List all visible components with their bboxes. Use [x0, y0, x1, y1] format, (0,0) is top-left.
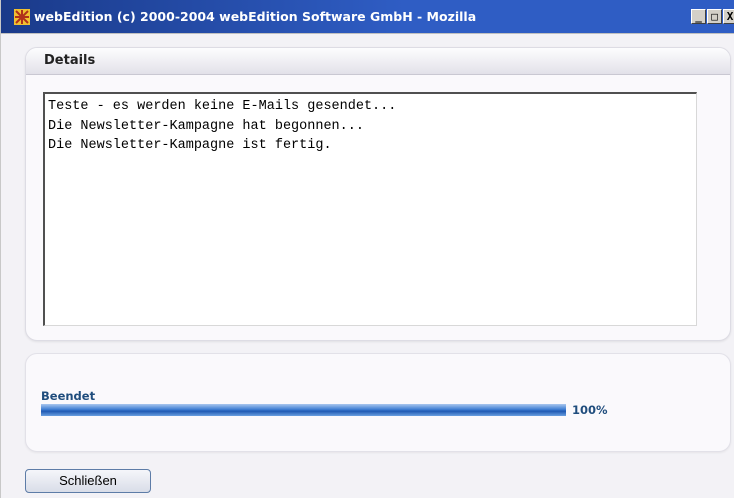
close-window-button[interactable]: X: [723, 9, 734, 24]
log-line: Die Newsletter-Kampagne hat begonnen...: [48, 118, 364, 134]
app-window: webEdition (c) 2000-2004 webEdition Soft…: [0, 0, 734, 498]
progress-status-label: Beendet: [41, 389, 96, 403]
details-heading: Details: [44, 53, 96, 68]
minimize-button[interactable]: _: [691, 9, 706, 24]
log-line: Teste - es werden keine E-Mails gesendet…: [48, 99, 397, 114]
close-button[interactable]: Schließen: [25, 469, 151, 493]
progress-panel: [25, 353, 731, 452]
progress-percent: 100%: [572, 403, 608, 417]
window-titlebar[interactable]: webEdition (c) 2000-2004 webEdition Soft…: [1, 0, 734, 34]
maximize-button[interactable]: □: [707, 9, 722, 24]
details-panel-header: Details: [26, 48, 730, 75]
progress-bar: [41, 404, 566, 416]
progress-bar-fill: [41, 404, 566, 416]
window-title: webEdition (c) 2000-2004 webEdition Soft…: [34, 9, 477, 24]
details-panel: Details Teste - es werden keine E-Mails …: [25, 47, 731, 341]
log-line: Die Newsletter-Kampagne ist fertig.: [48, 138, 332, 153]
log-textarea[interactable]: Teste - es werden keine E-Mails gesendet…: [43, 92, 697, 326]
webedition-icon: [14, 9, 30, 25]
